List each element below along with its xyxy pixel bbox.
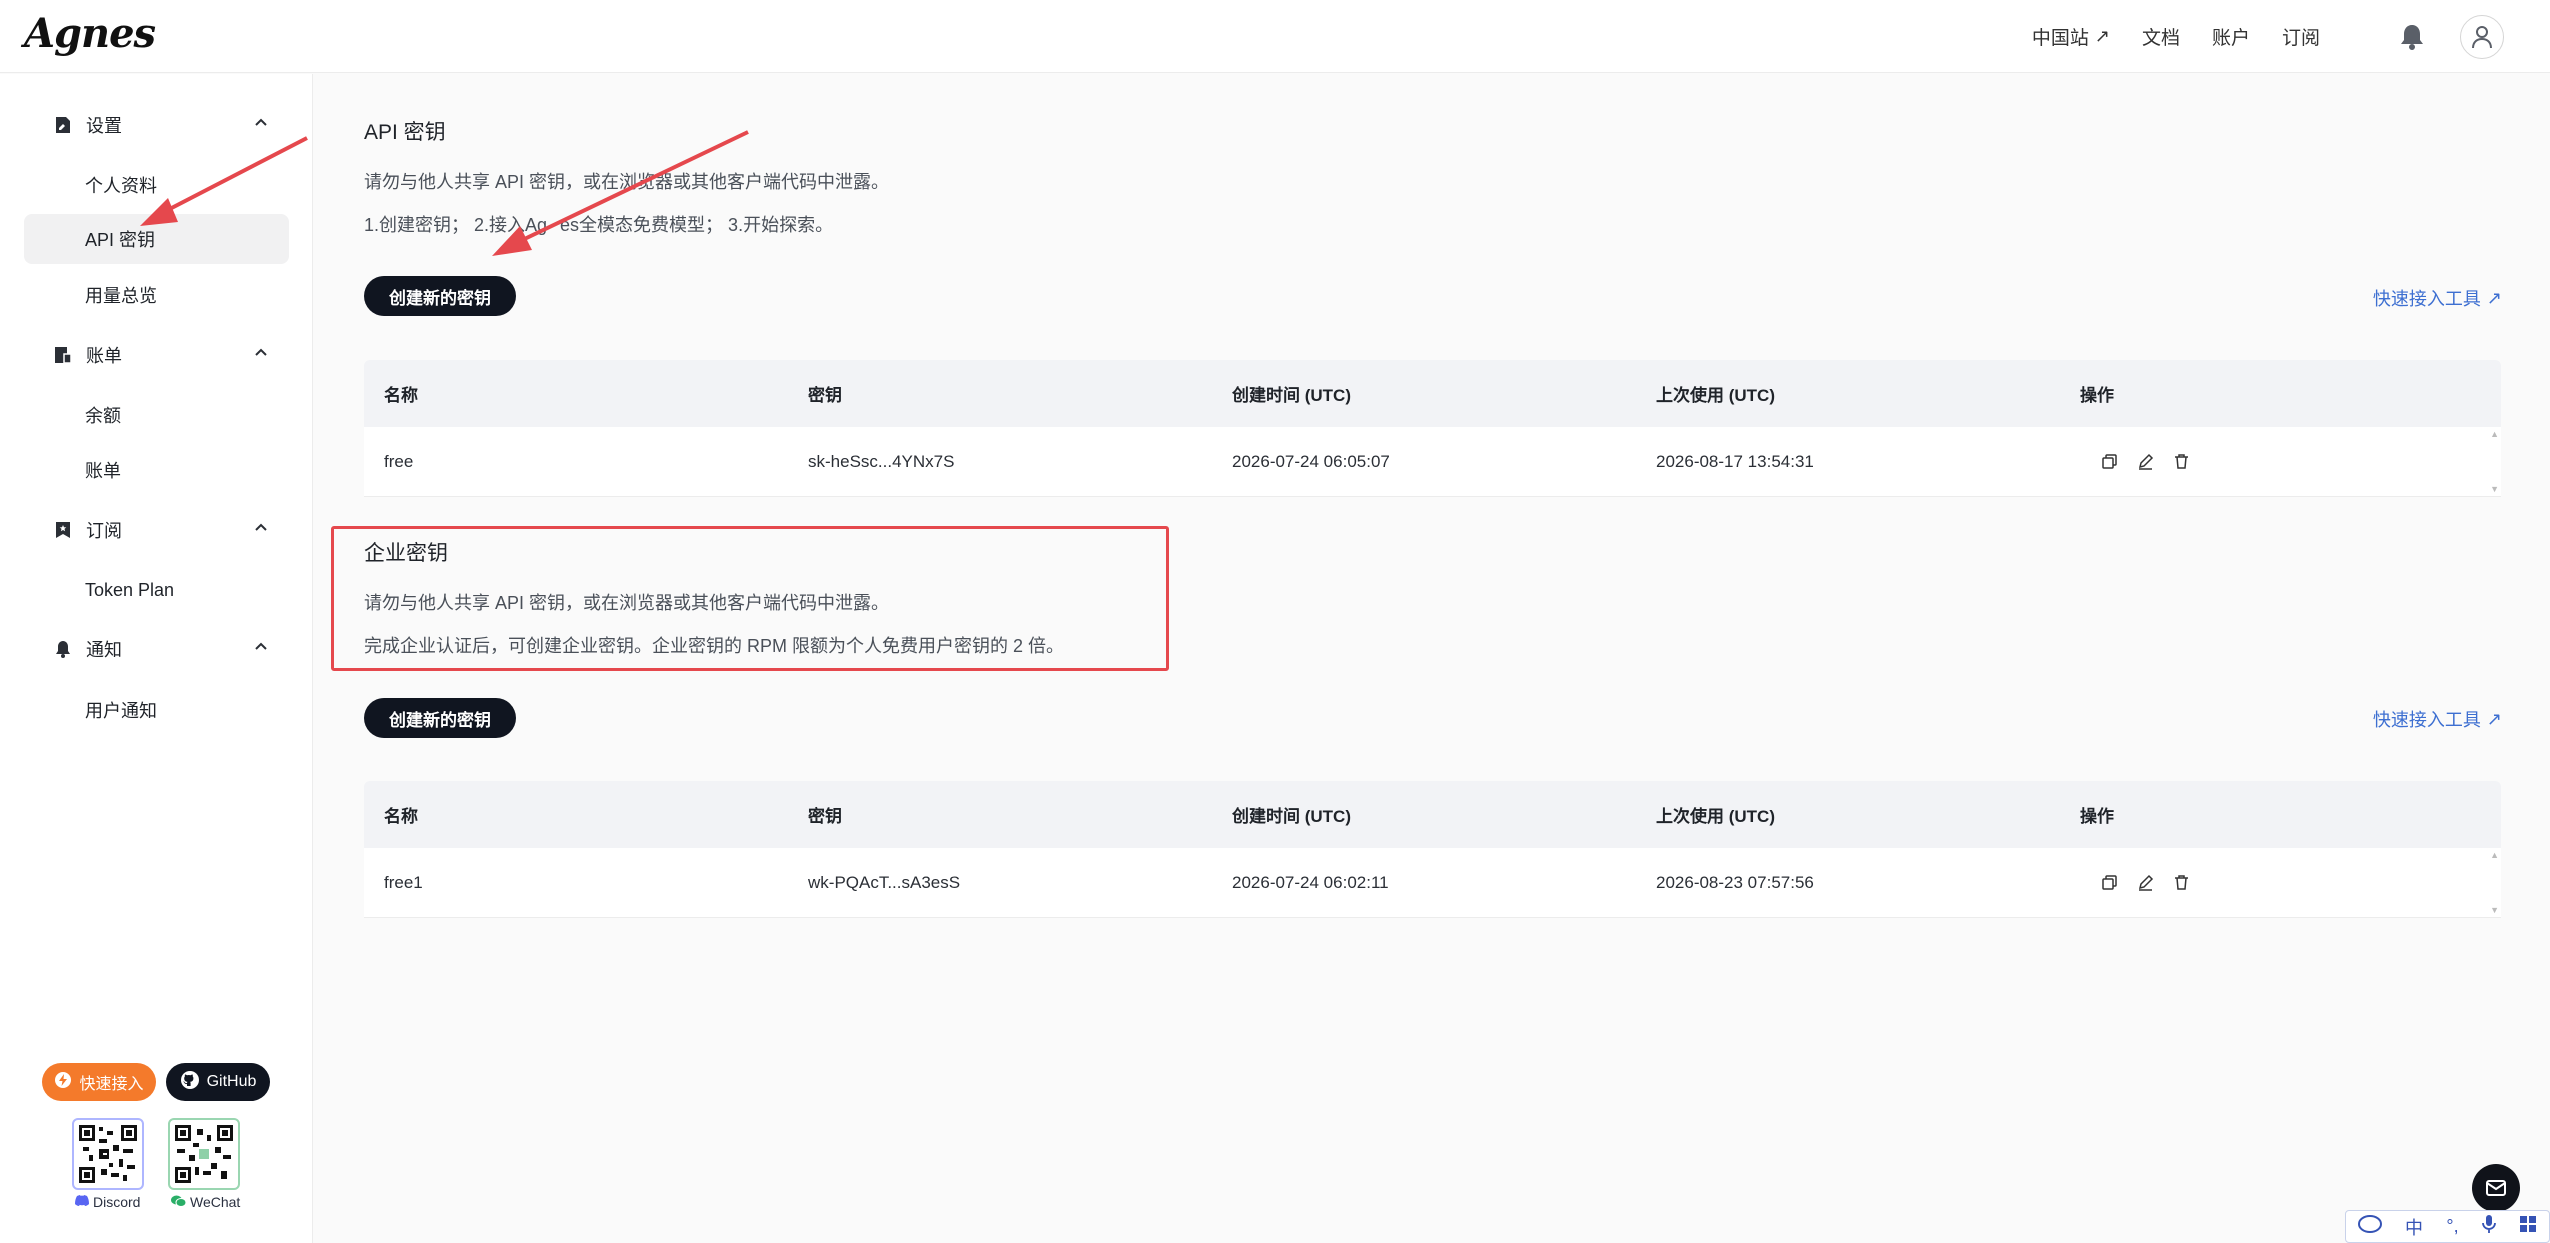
ime-toolbar[interactable]: 中 °,	[2345, 1210, 2550, 1243]
mail-icon	[2486, 1180, 2506, 1196]
annotation-arrow-head	[492, 226, 532, 256]
annotation-arrow-head	[140, 198, 178, 226]
ime-logo-icon[interactable]	[2357, 1214, 2382, 1239]
microphone-icon[interactable]	[2482, 1214, 2496, 1239]
annotation-arrow-line	[513, 130, 749, 246]
annotation-arrow-line	[159, 136, 308, 216]
chat-support-button[interactable]	[2472, 1164, 2520, 1212]
annotation-arrows	[140, 130, 749, 256]
punctuation-icon[interactable]: °,	[2446, 1216, 2458, 1237]
grid-menu-icon[interactable]	[2519, 1215, 2537, 1238]
ime-language[interactable]: 中	[2405, 1214, 2423, 1240]
